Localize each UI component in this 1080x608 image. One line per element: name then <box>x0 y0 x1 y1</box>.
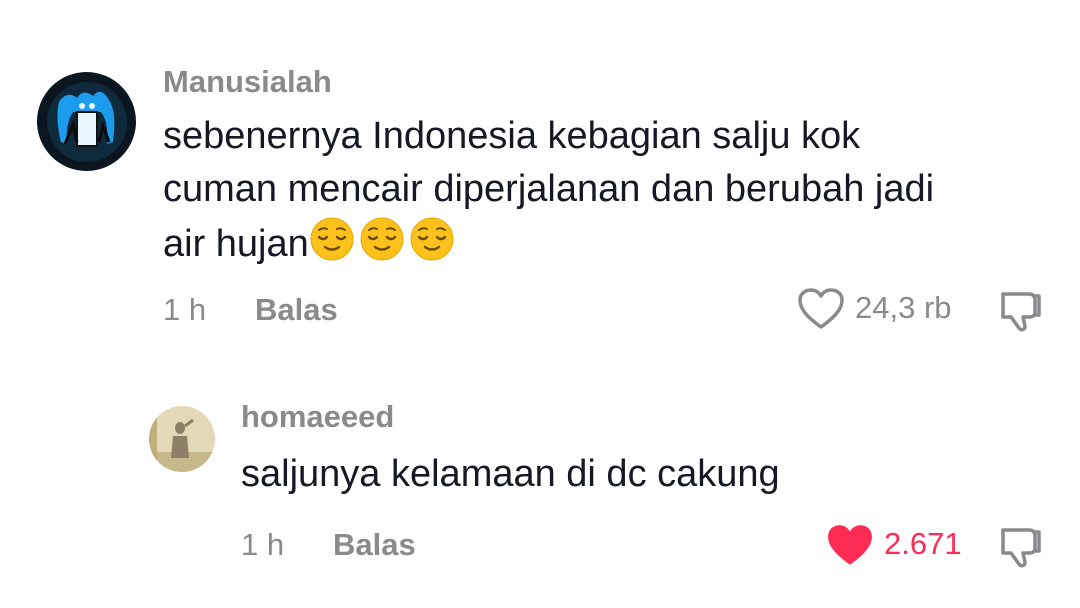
dislike-icon[interactable] <box>997 288 1043 334</box>
relieved-face-emoji-group <box>309 216 459 277</box>
reply-button[interactable]: Balas <box>333 527 416 563</box>
avatar[interactable] <box>37 72 136 171</box>
comment-text-line: saljunya kelamaan di dc cakung <box>241 453 780 495</box>
comment-text-fragment: air hujan <box>163 223 309 265</box>
comment-time: 1 h <box>241 527 285 562</box>
comment-text-line: air hujan <box>163 216 934 277</box>
relieved-face-emoji <box>360 217 404 261</box>
comment-username[interactable]: Manusialah <box>163 64 332 100</box>
avatar[interactable] <box>149 406 215 472</box>
comment-text-line: sebenernya Indonesia kebagian salju kok <box>163 115 861 157</box>
comment-text: saljunya kelamaan di dc cakung <box>241 448 780 501</box>
dislike-icon[interactable] <box>997 524 1043 570</box>
relieved-face-emoji <box>410 217 454 261</box>
comment-username[interactable]: homaeeed <box>241 399 394 435</box>
reply-item: homaeeed saljunya kelamaan di dc cakung … <box>0 340 1080 608</box>
comment-item: Manusialah sebenernya Indonesia kebagian… <box>0 0 1080 340</box>
like-count: 2.671 <box>884 526 962 561</box>
like-count: 24,3 rb <box>855 290 952 325</box>
reply-button[interactable]: Balas <box>255 292 338 328</box>
comment-text: sebenernya Indonesia kebagian salju kok … <box>163 110 934 277</box>
relieved-face-emoji <box>310 217 354 261</box>
comment-time: 1 h <box>163 292 207 327</box>
comment-text-line: cuman mencair diperjalanan dan berubah j… <box>163 168 935 210</box>
heart-outline-icon[interactable] <box>797 287 845 331</box>
heart-filled-icon[interactable] <box>825 522 875 568</box>
